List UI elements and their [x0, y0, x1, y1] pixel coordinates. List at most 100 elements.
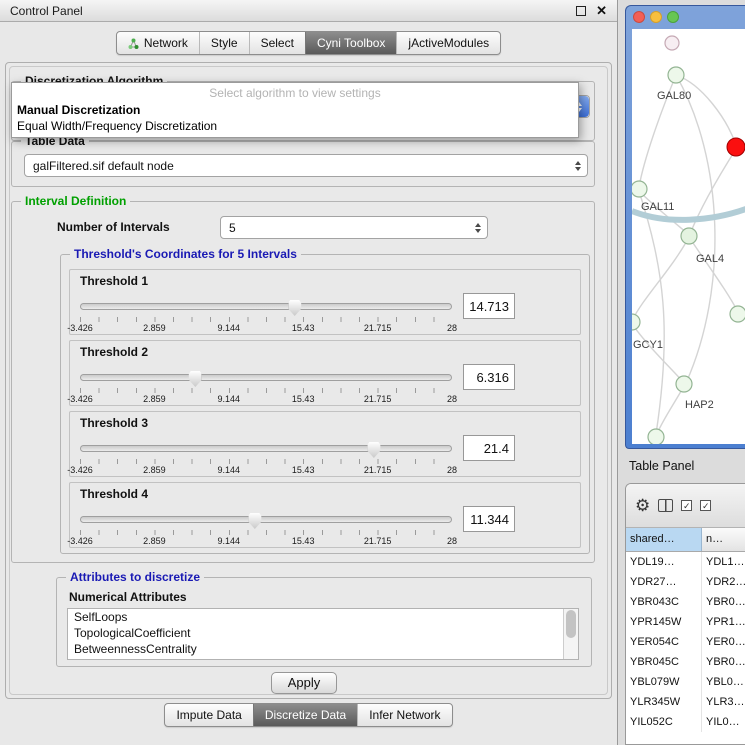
apply-button[interactable]: Apply — [271, 672, 337, 694]
list-scrollbar[interactable] — [563, 609, 578, 659]
group-attributes: Attributes to discretize Numerical Attri… — [56, 577, 592, 667]
threshold-value-field[interactable]: 6.316 — [463, 364, 515, 390]
tick-label: 2.859 — [143, 536, 166, 546]
slider-track[interactable] — [80, 445, 452, 452]
dropdown-item-manual-discretization[interactable]: Manual Discretization — [12, 102, 578, 118]
tab-discretize-data[interactable]: Discretize Data — [253, 704, 357, 726]
table-data-combo[interactable]: galFiltered.sif default node — [24, 154, 588, 177]
slider-thumb[interactable] — [248, 513, 261, 529]
window-traffic-lights — [633, 11, 679, 23]
table-toolbar: ⚙ ✓ ✓ — [626, 484, 745, 528]
tick-label: 28 — [447, 323, 457, 333]
table-cell: YBR0… — [702, 592, 745, 612]
attribute-list-item[interactable]: TopologicalCoefficient — [68, 625, 578, 641]
network-node[interactable] — [632, 314, 640, 330]
window-zoom-icon[interactable] — [667, 11, 679, 23]
node-label: GAL4 — [696, 253, 724, 265]
network-node[interactable] — [676, 376, 692, 392]
threshold-slider[interactable] — [80, 513, 452, 529]
table-header-shared-name[interactable]: shared… — [626, 528, 702, 551]
table-header-row: shared… n… — [626, 528, 745, 552]
network-node[interactable] — [681, 228, 697, 244]
checkbox-icon[interactable]: ✓ — [700, 500, 711, 511]
table-cell: YBR045C — [626, 652, 702, 672]
tab-jactivemodules[interactable]: jActiveModules — [396, 32, 500, 54]
slider-track[interactable] — [80, 303, 452, 310]
group-interval-definition: Interval Definition Number of Intervals … — [11, 201, 595, 563]
table-row[interactable]: YPR145WYPR1… — [626, 612, 745, 632]
tick-label: 9.144 — [218, 536, 241, 546]
threshold-slider[interactable] — [80, 442, 452, 458]
attribute-list-item[interactable]: BetweennessCentrality — [68, 641, 578, 657]
network-node[interactable] — [668, 67, 684, 83]
slider-track[interactable] — [80, 374, 452, 381]
tab-style[interactable]: Style — [199, 32, 249, 54]
selected-network-node[interactable] — [727, 138, 745, 156]
threshold-slider[interactable] — [80, 371, 452, 387]
combo-arrows-icon — [575, 161, 581, 171]
table-row[interactable]: YIL052CYIL0… — [626, 712, 745, 732]
gear-icon[interactable]: ⚙ — [635, 497, 650, 514]
tab-network[interactable]: Network — [117, 32, 199, 54]
table-row[interactable]: YER054CYER0… — [626, 632, 745, 652]
network-node[interactable] — [730, 306, 745, 322]
tick-label: -3.426 — [67, 323, 93, 333]
network-canvas[interactable]: GAL80 GAL11 GAL4 GCY1 HAP2 — [632, 29, 745, 444]
table-row[interactable]: YBR043CYBR0… — [626, 592, 745, 612]
table-cell: YER0… — [702, 632, 745, 652]
dropdown-item-equal-width[interactable]: Equal Width/Frequency Discretization — [12, 118, 578, 134]
slider-thumb[interactable] — [189, 371, 202, 387]
window-minimize-icon[interactable] — [650, 11, 662, 23]
numerical-attributes-label: Numerical Attributes — [69, 590, 187, 604]
table-row[interactable]: YDR27…YDR2… — [626, 572, 745, 592]
checkbox-icon[interactable]: ✓ — [681, 500, 692, 511]
table-row[interactable]: YBR045CYBR0… — [626, 652, 745, 672]
threshold-slider[interactable] — [80, 300, 452, 316]
threshold-value-field[interactable]: 11.344 — [463, 506, 515, 532]
table-cell: YIL052C — [626, 712, 702, 732]
bottom-tab-bar: Impute Data Discretize Data Infer Networ… — [0, 703, 617, 727]
dropdown-placeholder: Select algorithm to view settings — [12, 85, 578, 102]
tick-marks — [80, 317, 452, 322]
window-close-icon[interactable] — [633, 11, 645, 23]
tab-infer-network[interactable]: Infer Network — [357, 704, 451, 726]
attributes-list[interactable]: SelfLoopsTopologicalCoefficientBetweenne… — [67, 608, 579, 660]
tick-label: 28 — [447, 465, 457, 475]
slider-thumb[interactable] — [367, 442, 380, 458]
combo-arrows-icon — [475, 223, 481, 233]
num-intervals-combo[interactable]: 5 — [220, 216, 488, 239]
network-node[interactable] — [632, 181, 647, 197]
close-icon[interactable]: ✕ — [596, 4, 607, 17]
table-cell: YPR1… — [702, 612, 745, 632]
tick-label: 21.715 — [364, 394, 392, 404]
table-row[interactable]: YLR345WYLR3… — [626, 692, 745, 712]
table-cell: YIL0… — [702, 712, 745, 732]
tab-cyni-toolbox[interactable]: Cyni Toolbox — [305, 32, 396, 54]
scrollbar-thumb[interactable] — [566, 610, 576, 638]
tab-select[interactable]: Select — [249, 32, 305, 54]
network-node[interactable] — [665, 36, 679, 50]
table-row[interactable]: YDL19…YDL1… — [626, 552, 745, 572]
table-row[interactable]: YBL079WYBL0… — [626, 672, 745, 692]
float-window-icon[interactable] — [576, 6, 586, 16]
node-label: HAP2 — [685, 399, 714, 411]
slider-track[interactable] — [80, 516, 452, 523]
tab-impute-data[interactable]: Impute Data — [165, 704, 252, 726]
attribute-list-item[interactable]: SelfLoops — [68, 609, 578, 625]
network-icon — [128, 38, 139, 49]
table-header-name[interactable]: n… — [702, 528, 745, 551]
tick-labels: -3.4262.8599.14415.4321.71528 — [80, 394, 452, 405]
threshold-label: Threshold 1 — [80, 274, 148, 288]
node-label: GAL11 — [641, 201, 674, 213]
columns-icon[interactable] — [658, 499, 673, 512]
slider-thumb[interactable] — [288, 300, 301, 316]
tick-label: 15.43 — [292, 465, 315, 475]
network-node[interactable] — [648, 429, 664, 444]
threshold-value-field[interactable]: 21.4 — [463, 435, 515, 461]
table-cell: YBR0… — [702, 652, 745, 672]
panel-titlebar: Control Panel ✕ — [0, 0, 617, 22]
threshold-value-field[interactable]: 14.713 — [463, 293, 515, 319]
tick-labels: -3.4262.8599.14415.4321.71528 — [80, 536, 452, 547]
table-body: YDL19…YDL1…YDR27…YDR2…YBR043CYBR0…YPR145… — [626, 552, 745, 732]
threshold-label: Threshold 4 — [80, 487, 148, 501]
